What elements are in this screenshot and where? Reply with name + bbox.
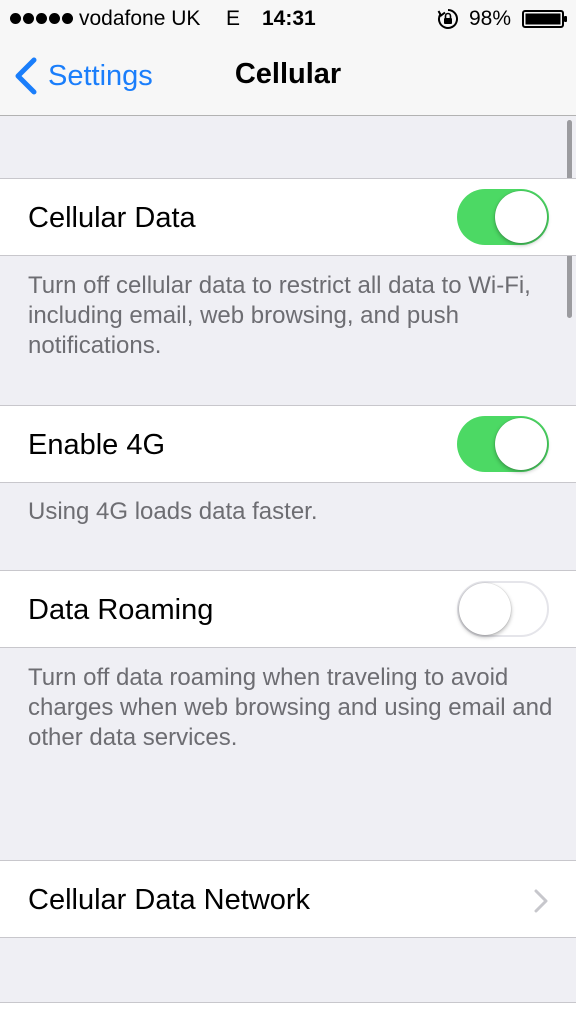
page-title: Cellular: [234, 58, 342, 90]
data-roaming-footer: Turn off data roaming when traveling to …: [28, 664, 553, 751]
data-roaming-label: Data Roaming: [28, 594, 214, 626]
signal-dots-icon: [10, 13, 73, 24]
chevron-right-icon: [534, 889, 548, 913]
battery-percent: 98%: [469, 7, 512, 30]
toggle-knob: [495, 418, 547, 470]
battery-icon: [522, 10, 567, 28]
rotation-lock-icon: [437, 9, 458, 29]
cellular-data-network-label: Cellular Data Network: [28, 884, 311, 916]
toggle-knob: [459, 583, 511, 635]
enable-4g-toggle[interactable]: [457, 416, 549, 472]
enable-4g-footer: Using 4G loads data faster.: [28, 498, 318, 525]
next-row-partial: [0, 1002, 576, 1024]
cellular-data-network-row[interactable]: Cellular Data Network: [0, 860, 576, 938]
cellular-data-footer: Turn off cellular data to restrict all d…: [28, 272, 531, 359]
data-roaming-toggle[interactable]: [457, 581, 549, 637]
network-type: E: [226, 7, 241, 30]
status-time: 14:31: [262, 7, 316, 30]
navigation-bar: Settings Cellular: [0, 38, 576, 116]
enable-4g-row: Enable 4G: [0, 405, 576, 483]
data-roaming-row: Data Roaming: [0, 570, 576, 648]
status-bar: vodafone UK E 14:31 98%: [0, 0, 576, 38]
toggle-knob: [495, 191, 547, 243]
cellular-data-label: Cellular Data: [28, 202, 196, 234]
cellular-data-row: Cellular Data: [0, 178, 576, 256]
carrier-name: vodafone UK: [79, 7, 201, 30]
enable-4g-label: Enable 4G: [28, 429, 166, 461]
cellular-data-toggle[interactable]: [457, 189, 549, 245]
